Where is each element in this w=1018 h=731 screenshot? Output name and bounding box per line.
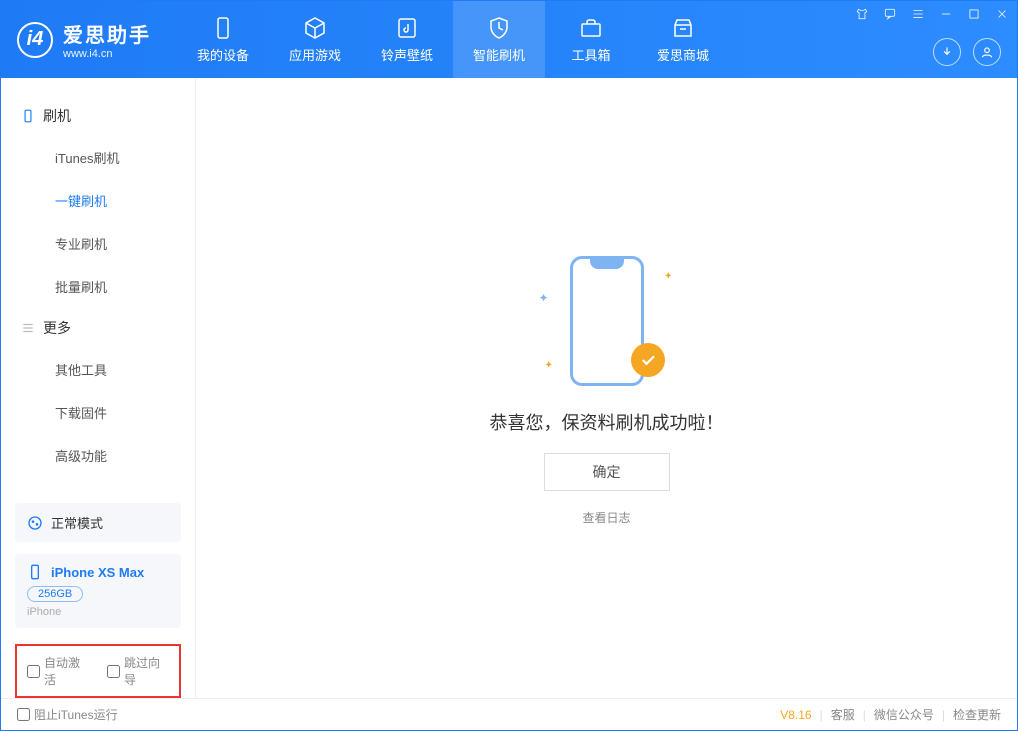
sidebar-item-batch-flash[interactable]: 批量刷机 xyxy=(1,265,195,308)
success-message: 恭喜您，保资料刷机成功啦！ xyxy=(490,409,724,435)
minimize-button[interactable] xyxy=(939,7,953,26)
app-subtitle: www.i4.cn xyxy=(63,48,151,60)
view-log-link[interactable]: 查看日志 xyxy=(582,509,630,526)
maximize-button[interactable] xyxy=(967,7,981,26)
separator: | xyxy=(820,708,823,722)
tab-apps-games[interactable]: 应用游戏 xyxy=(269,1,361,78)
check-update-link[interactable]: 检查更新 xyxy=(953,706,1001,723)
logo-area: i4 爱思助手 www.i4.cn xyxy=(1,19,167,60)
sparkle-icon: ✦ xyxy=(539,291,549,305)
sidebar: 刷机 iTunes刷机 一键刷机 专业刷机 批量刷机 更多 其他工具 下载固件 … xyxy=(1,78,196,698)
tab-label: 我的设备 xyxy=(197,45,249,64)
logo-icon: i4 xyxy=(17,22,53,58)
device-icon xyxy=(210,15,236,41)
mode-label: 正常模式 xyxy=(51,513,103,532)
support-link[interactable]: 客服 xyxy=(831,706,855,723)
separator: | xyxy=(863,708,866,722)
block-itunes-input[interactable] xyxy=(17,708,30,721)
shield-icon xyxy=(486,15,512,41)
tab-smart-flash[interactable]: 智能刷机 xyxy=(453,1,545,78)
device-card[interactable]: iPhone XS Max 256GB iPhone xyxy=(15,554,181,628)
sidebar-group-flash: 刷机 xyxy=(1,96,195,136)
sidebar-item-other-tools[interactable]: 其他工具 xyxy=(1,348,195,391)
mode-icon xyxy=(27,515,43,531)
ok-button[interactable]: 确定 xyxy=(544,453,670,491)
tab-label: 铃声壁纸 xyxy=(381,45,433,64)
download-button[interactable] xyxy=(933,38,961,66)
sidebar-item-itunes-flash[interactable]: iTunes刷机 xyxy=(1,136,195,179)
tab-label: 智能刷机 xyxy=(473,45,525,64)
tab-store[interactable]: 爱思商城 xyxy=(637,1,729,78)
tab-label: 应用游戏 xyxy=(289,45,341,64)
user-button[interactable] xyxy=(973,38,1001,66)
sidebar-item-oneclick-flash[interactable]: 一键刷机 xyxy=(1,179,195,222)
tab-label: 爱思商城 xyxy=(657,45,709,64)
flash-options-highlight: 自动激活 跳过向导 xyxy=(15,644,181,698)
device-capacity: 256GB xyxy=(27,586,83,602)
sparkle-icon: ✦ xyxy=(545,360,553,371)
skin-icon[interactable] xyxy=(855,7,869,26)
skip-guide-checkbox[interactable]: 跳过向导 xyxy=(107,654,169,688)
skip-guide-label: 跳过向导 xyxy=(124,654,169,688)
toolbox-icon xyxy=(578,15,604,41)
auto-activate-input[interactable] xyxy=(27,665,40,678)
group-title: 更多 xyxy=(43,318,71,338)
status-bar: 阻止iTunes运行 V8.16 | 客服 | 微信公众号 | 检查更新 xyxy=(1,698,1017,730)
tab-toolbox[interactable]: 工具箱 xyxy=(545,1,637,78)
device-kind: iPhone xyxy=(27,606,169,618)
phone-icon xyxy=(27,564,43,580)
block-itunes-label: 阻止iTunes运行 xyxy=(34,706,118,723)
close-button[interactable] xyxy=(995,7,1009,26)
store-icon xyxy=(670,15,696,41)
window-controls xyxy=(855,7,1009,26)
main-content: ✦ ✦ ✦ 恭喜您，保资料刷机成功啦！ 确定 查看日志 xyxy=(196,78,1017,698)
tab-my-device[interactable]: 我的设备 xyxy=(177,1,269,78)
sparkle-icon: ✦ xyxy=(664,271,672,282)
block-itunes-checkbox[interactable]: 阻止iTunes运行 xyxy=(17,706,118,723)
sidebar-item-advanced[interactable]: 高级功能 xyxy=(1,434,195,477)
sidebar-item-pro-flash[interactable]: 专业刷机 xyxy=(1,222,195,265)
tab-ringtone-wallpaper[interactable]: 铃声壁纸 xyxy=(361,1,453,78)
wechat-link[interactable]: 微信公众号 xyxy=(874,706,934,723)
menu-icon[interactable] xyxy=(911,7,925,26)
music-icon xyxy=(394,15,420,41)
version-label: V8.16 xyxy=(780,708,811,722)
cube-icon xyxy=(302,15,328,41)
mode-indicator[interactable]: 正常模式 xyxy=(15,503,181,542)
sidebar-item-download-firmware[interactable]: 下载固件 xyxy=(1,391,195,434)
feedback-icon[interactable] xyxy=(883,7,897,26)
separator: | xyxy=(942,708,945,722)
success-illustration: ✦ ✦ ✦ xyxy=(557,251,657,391)
nav-tabs: 我的设备 应用游戏 铃声壁纸 智能刷机 工具箱 爱思商城 xyxy=(177,1,729,78)
check-badge-icon xyxy=(631,343,665,377)
auto-activate-label: 自动激活 xyxy=(44,654,89,688)
skip-guide-input[interactable] xyxy=(107,665,120,678)
phone-icon xyxy=(21,109,35,123)
auto-activate-checkbox[interactable]: 自动激活 xyxy=(27,654,89,688)
sidebar-group-more: 更多 xyxy=(1,308,195,348)
group-title: 刷机 xyxy=(43,106,71,126)
tab-label: 工具箱 xyxy=(571,45,610,64)
app-title: 爱思助手 xyxy=(63,19,151,48)
header-actions xyxy=(933,38,1001,66)
list-icon xyxy=(21,321,35,335)
app-header: i4 爱思助手 www.i4.cn 我的设备 应用游戏 铃声壁纸 智能刷机 工具… xyxy=(1,1,1017,78)
device-name: iPhone XS Max xyxy=(51,565,144,580)
